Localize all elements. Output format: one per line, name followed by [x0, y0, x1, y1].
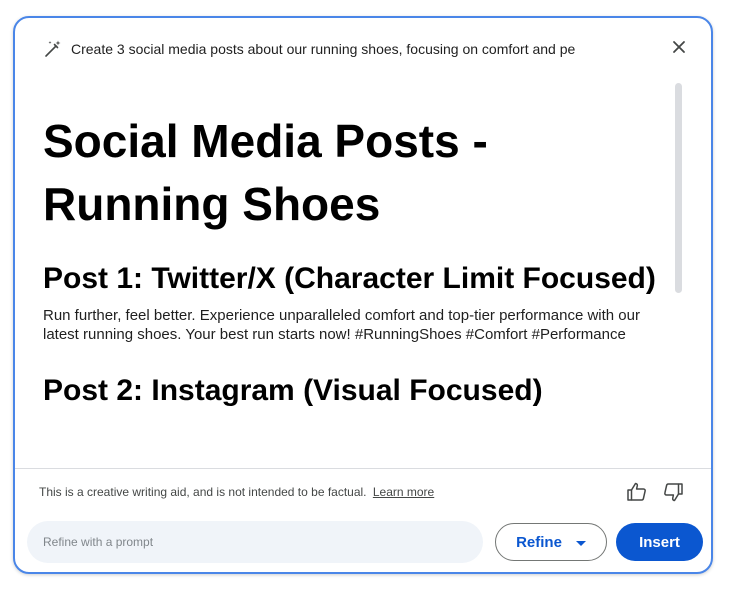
content-fade	[15, 418, 675, 468]
scrollbar[interactable]	[675, 83, 683, 463]
refine-prompt-input[interactable]	[27, 521, 483, 563]
disclaimer: This is a creative writing aid, and is n…	[39, 484, 434, 500]
content-body: Social Media Posts - Running Shoes Post …	[43, 110, 673, 412]
thumbs-up-icon[interactable]	[625, 480, 649, 504]
refine-label: Refine	[516, 533, 562, 551]
post-1-heading: Post 1: Twitter/X (Character Limit Focus…	[43, 262, 656, 295]
footer-divider	[15, 468, 711, 469]
prompt-text: Create 3 social media posts about our ru…	[71, 41, 576, 57]
post-1-body: Run further, feel better. Experience unp…	[43, 307, 640, 343]
post-2-heading: Post 2: Instagram (Visual Focused)	[43, 374, 543, 407]
insert-button[interactable]: Insert	[616, 523, 703, 561]
scrollbar-thumb[interactable]	[675, 83, 682, 293]
refine-button[interactable]: Refine	[495, 523, 607, 561]
generated-content[interactable]: Social Media Posts - Running Shoes Post …	[15, 78, 711, 468]
close-icon	[672, 40, 686, 59]
magic-pen-icon	[43, 39, 63, 59]
caret-down-icon	[575, 540, 586, 546]
learn-more-link[interactable]: Learn more	[373, 485, 434, 499]
disclaimer-text: This is a creative writing aid, and is n…	[39, 485, 367, 499]
thumbs-down-icon[interactable]	[661, 480, 685, 504]
content-title: Social Media Posts - Running Shoes	[43, 115, 488, 230]
help-me-write-dialog: Create 3 social media posts about our ru…	[13, 16, 713, 574]
close-button[interactable]	[667, 37, 691, 61]
dialog-header: Create 3 social media posts about our ru…	[15, 18, 711, 78]
